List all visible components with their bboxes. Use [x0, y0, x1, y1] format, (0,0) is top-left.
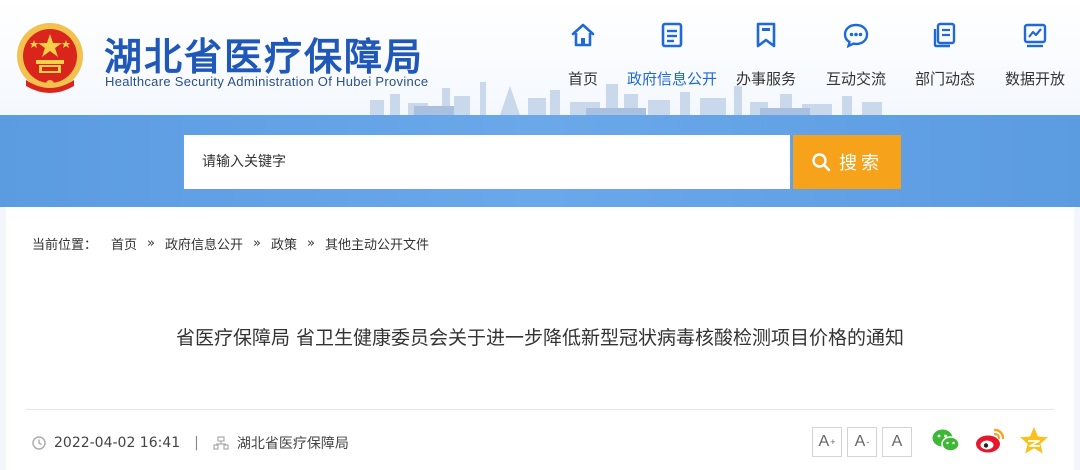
article-title: 省医疗保障局 省卫生健康委员会关于进一步降低新型冠状病毒核酸检测项目价格的通知	[175, 327, 905, 349]
article-source: 湖北省医疗保障局	[236, 436, 349, 452]
search-band: 搜索	[0, 115, 1080, 207]
nav-item-home[interactable]: 首页	[533, 22, 633, 102]
search-icon	[812, 153, 831, 172]
site-title: 湖北省医疗保障局	[104, 34, 425, 79]
nav-label: 互动交流	[825, 70, 886, 88]
nav-item-open-data[interactable]: 数据开放	[985, 22, 1080, 102]
nav-item-services[interactable]: 办事服务	[716, 22, 816, 102]
nav-item-gov-info[interactable]: 政府信息公开	[622, 22, 722, 102]
clock-icon	[32, 436, 46, 450]
font-increase-mark: +	[830, 437, 836, 447]
qzone-icon[interactable]	[1018, 425, 1050, 457]
organization-icon	[213, 436, 229, 450]
publish-date: 2022-04-02 16:41	[54, 435, 181, 451]
news-icon	[933, 22, 956, 48]
font-reset-label: A	[854, 433, 866, 450]
divider	[26, 409, 1054, 410]
weibo-icon[interactable]	[974, 425, 1006, 457]
breadcrumb-prefix: 当前位置：	[32, 238, 98, 253]
search-button[interactable]: 搜索	[793, 135, 901, 189]
site-subtitle-en: Healthcare Security Administration Of Hu…	[105, 74, 429, 89]
font-reset-mark: -	[866, 437, 870, 447]
chat-bubble-icon	[843, 23, 869, 48]
nav-label: 首页	[567, 70, 598, 88]
breadcrumb: 当前位置： 首页 » 政府信息公开 » 政策 » 其他主动公开文件	[32, 234, 429, 253]
font-increase-label: A	[818, 433, 830, 450]
meta-separator: |	[194, 435, 199, 451]
site-header: 湖北省医疗保障局 Healthcare Security Administrat…	[0, 0, 1080, 115]
article-meta: 2022-04-02 16:41 | 湖北省医疗保障局	[32, 433, 349, 453]
article-panel: 当前位置： 首页 » 政府信息公开 » 政策 » 其他主动公开文件 省医疗保障局…	[6, 207, 1074, 470]
font-decrease-label: A	[891, 433, 903, 450]
font-reset-button[interactable]: A-	[847, 427, 877, 457]
breadcrumb-item-other-files[interactable]: 其他主动公开文件	[325, 234, 429, 253]
breadcrumb-item-policy[interactable]: 政策	[271, 234, 297, 253]
nav-label: 政府信息公开	[626, 70, 717, 88]
font-increase-button[interactable]: A +	[812, 427, 842, 457]
breadcrumb-item-home[interactable]: 首页	[111, 234, 137, 253]
search-input[interactable]	[184, 135, 790, 189]
breadcrumb-item-gov-info[interactable]: 政府信息公开	[165, 234, 243, 253]
font-decrease-button[interactable]: A	[882, 427, 912, 457]
breadcrumb-separator: »	[307, 236, 315, 251]
chart-icon	[1023, 23, 1047, 48]
nav-label: 办事服务	[735, 70, 796, 88]
nav-label: 部门动态	[914, 70, 975, 88]
nav-item-interaction[interactable]: 互动交流	[806, 22, 906, 102]
wechat-icon[interactable]	[930, 425, 962, 457]
search-button-label: 搜索	[839, 153, 883, 173]
nav-label: 数据开放	[1004, 70, 1065, 88]
breadcrumb-separator: »	[147, 236, 155, 251]
breadcrumb-separator: »	[253, 236, 261, 251]
home-icon	[571, 23, 595, 47]
nav-item-department-news[interactable]: 部门动态	[895, 22, 995, 102]
document-icon	[661, 22, 683, 48]
national-emblem-logo	[17, 23, 83, 93]
bookmark-icon	[756, 22, 776, 48]
